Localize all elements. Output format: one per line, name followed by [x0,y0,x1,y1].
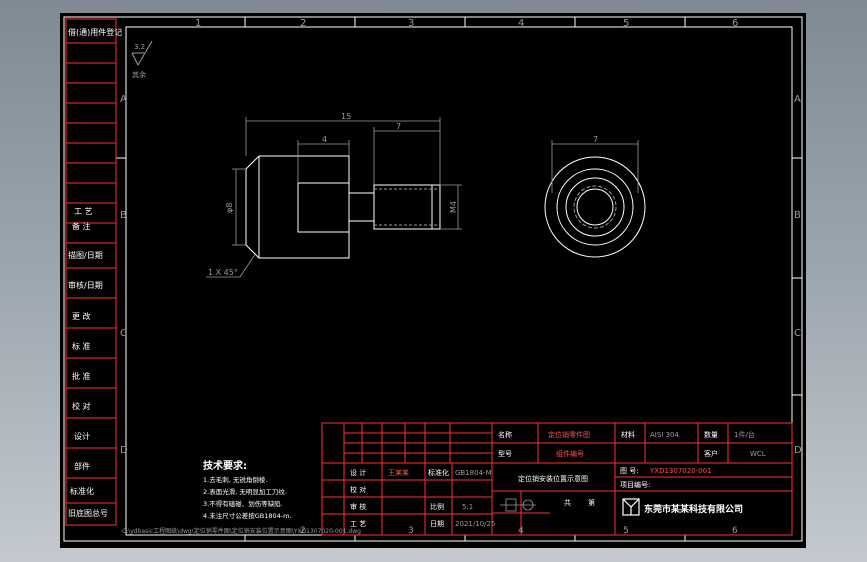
tech-title: 技术要求: [203,459,247,472]
tech-line-1: 1.去毛刺, 无锐角倒棱. [203,475,267,484]
outer-frame [63,16,803,542]
dim-chamfer: 1 X 45° [208,268,238,277]
tb-scale-value: 5:1 [462,503,473,511]
strip-label-part: 部件 [74,461,90,471]
pin-hidden-lines [374,188,440,226]
dim-thread: M4 [449,201,458,213]
strip-label-old-no: 旧底图总号 [68,508,108,518]
tb-material-label: 材料 [621,430,635,439]
left-strip [65,18,117,526]
strip-label-change: 更 改 [72,311,91,321]
dim-side-diameter: 7 [593,135,598,144]
dim-diameter: φ8 [225,203,234,213]
tb-product-value: 组件编号 [556,449,584,458]
tb-part-name: 定位销安装位置示意图 [518,474,588,483]
tech-line-3: 3.不得有磕碰、划伤等缺陷. [203,499,283,508]
strip-label-standard: 标 准 [72,341,91,351]
strip-label-approve: 批 准 [72,371,91,381]
row-label-b-left: B [120,210,127,221]
col-label-3: 3 [408,18,414,29]
dim-overall-length: 15 [341,112,351,121]
strip-label-process: 工 艺 [74,207,93,216]
tb-drawing-no-value: YXD1307020-001 [649,467,712,475]
tb-sign-process: 工 艺 [350,520,366,528]
company-name: 东莞市某某科技有限公司 [644,503,743,515]
strip-label-design: 设计 [74,431,90,441]
projection-symbol [500,498,536,512]
dim-thread-length: 7 [396,122,401,131]
row-label-b-right: B [794,210,801,221]
side-view-thread-circle [573,185,617,229]
dim-body-length: 4 [322,135,327,144]
tb-sheet-b: 第 [588,498,595,507]
tech-line-4: 4.未注尺寸公差按GB1804-m. [203,511,291,520]
col-label-1: 1 [195,18,201,29]
roughness-value: 3.2 [134,43,145,51]
col-label-6: 6 [732,18,738,29]
tb-qty-label: 数量 [704,430,718,439]
col-label-5: 5 [623,18,629,29]
tb-product-label: 型号 [498,449,512,458]
inner-frame [125,26,793,536]
strip-label-register: 借(通)用件登记 [68,27,122,37]
tb-material-value: AISI 304 [650,431,679,439]
company-logo-icon [622,498,640,516]
row-label-a-right: A [794,94,801,105]
pin-side-view [544,156,646,258]
strip-label-remark: 备 注 [72,221,91,231]
cad-viewport[interactable]: 1 2 3 4 5 6 2 3 4 5 6 A B C D A B C D 借(… [60,13,806,548]
front-dimensions [206,117,462,278]
tb-name-label: 名称 [498,430,512,439]
tb-sign-design: 设 计 [350,468,366,477]
tb-std-label: 标准化 [428,468,449,477]
tb-name-value: 定位销零件图 [548,430,590,439]
strip-label-trace: 描图/日期 [68,250,103,260]
col-label-4: 4 [518,18,524,29]
file-path: C:\ydbasic工程图纸\dwg\定位销零件图\定位销安装位置示意图\YXD… [122,527,361,535]
tb-customer-value: WCL [750,450,766,458]
row-label-c-right: C [794,328,801,339]
tb-std-value: GB1804-M [455,469,492,477]
tb-designer: 王某某 [388,469,409,477]
strip-label-check: 审核/日期 [68,280,103,290]
tb-scale-label: 比例 [430,502,444,511]
tech-line-2: 2.表面光滑, 无明显加工刀纹. [203,487,287,496]
tb-customer-label: 客户 [704,449,718,458]
tb-qty-value: 1件/台 [734,430,755,439]
tb-sign-check: 校 对 [350,485,366,494]
tb-date-label: 日期 [430,520,444,528]
tb-date-value: 2021/10/25 [455,520,495,528]
row-label-a-left: A [120,94,127,105]
strip-label-stdization: 标准化 [70,486,94,496]
row-label-d-right: D [794,445,802,456]
strip-label-proof: 校 对 [72,401,91,411]
cad-drawing: 1 2 3 4 5 6 2 3 4 5 6 A B C D A B C D 借(… [63,16,803,542]
row-label-c-left: C [120,328,127,339]
tb-sheet-a: 共 [564,498,571,507]
tb-project-label: 项目编号: [620,480,650,489]
col-label-2: 2 [300,18,306,29]
tb-drawing-no-label: 图 号: [620,467,639,475]
tb-sign-review: 审 核 [350,502,366,511]
row-label-d-left: D [120,445,128,456]
pin-front-view [245,155,441,259]
roughness-note: 其余 [132,70,146,79]
